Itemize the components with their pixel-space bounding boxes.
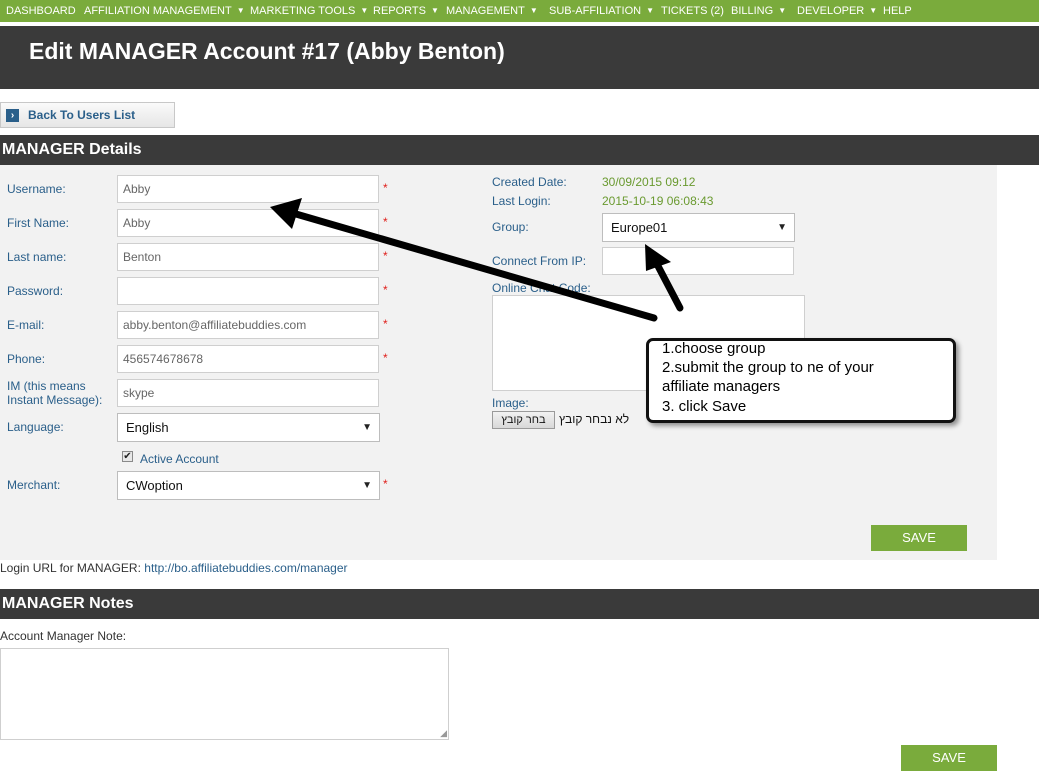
nav-developer[interactable]: DEVELOPER ▼ (797, 0, 877, 22)
back-to-users-button[interactable]: › Back To Users List (0, 102, 175, 128)
details-save-button[interactable]: SAVE (871, 525, 967, 551)
phone-label: Phone: (7, 352, 46, 366)
last-login-label: Last Login: (492, 194, 551, 208)
caret-down-icon: ▼ (646, 6, 655, 15)
resize-handle-icon[interactable]: ◢ (440, 729, 447, 738)
caret-down-icon: ▼ (529, 6, 538, 15)
password-label: Password: (7, 284, 64, 298)
nav-marketing-tools[interactable]: MARKETING TOOLS ▼ (250, 0, 368, 22)
im-label-line1: IM (this means (7, 379, 86, 393)
caret-down-icon: ▼ (778, 6, 787, 15)
connect-ip-label: Connect From IP: (492, 254, 587, 268)
callout-line-4: 3. click Save (662, 398, 747, 415)
notes-section-title: MANAGER Notes (2, 595, 134, 612)
callout-line-3: affiliate managers (662, 378, 781, 395)
login-url-prefix: Login URL for MANAGER: (0, 561, 141, 575)
callout-line-1: 1.choose group (662, 340, 766, 357)
last-login-value: 2015-10-19 06:08:43 (602, 194, 714, 208)
callout-line-2: 2.submit the group to ne of your (662, 359, 874, 376)
nav-tickets[interactable]: TICKETS (2) (661, 0, 724, 22)
created-date-value: 30/09/2015 09:12 (602, 175, 696, 189)
arrow-right-icon: › (6, 109, 19, 122)
active-account-checkbox[interactable]: ✔ (122, 451, 133, 462)
last-name-input[interactable] (117, 243, 379, 271)
caret-down-icon: ▼ (236, 6, 245, 15)
active-account-label: Active Account (140, 452, 219, 466)
nav-dashboard[interactable]: DASHBOARD (6, 0, 76, 22)
im-label-line2: Instant Message): (7, 393, 103, 407)
details-section-header: MANAGER Details (0, 135, 1039, 165)
merchant-select[interactable]: CWoption ▼ (117, 471, 380, 500)
required-marker: * (383, 477, 388, 491)
required-marker: * (383, 317, 388, 331)
phone-input[interactable] (117, 345, 379, 373)
required-marker: * (383, 249, 388, 263)
top-nav-bar: DASHBOARD AFFILIATION MANAGEMENT ▼ MARKET… (0, 0, 1039, 22)
language-label: Language: (7, 420, 64, 434)
dropdown-arrow-icon: ▼ (777, 222, 787, 233)
password-input[interactable] (117, 277, 379, 305)
nav-management[interactable]: MANAGEMENT ▼ (446, 0, 538, 22)
account-manager-note-label: Account Manager Note: (0, 629, 127, 643)
notes-section-header: MANAGER Notes (0, 589, 1039, 619)
email-label: E-mail: (7, 318, 45, 332)
required-marker: * (383, 181, 388, 195)
file-status-text: לא נבחר קובץ (559, 412, 630, 426)
first-name-label: First Name: (7, 216, 70, 230)
login-url-line: Login URL for MANAGER: http://bo.affilia… (0, 561, 348, 575)
group-selected-value: Europe01 (611, 220, 668, 235)
online-chat-label: Online Chat Code: (492, 281, 591, 295)
nav-sub-affiliation[interactable]: SUB-AFFILIATION ▼ (549, 0, 654, 22)
im-input[interactable] (117, 379, 379, 407)
required-marker: * (383, 215, 388, 229)
merchant-label: Merchant: (7, 478, 61, 492)
image-label: Image: (492, 396, 529, 410)
language-selected-value: English (126, 420, 169, 435)
back-to-users-label: Back To Users List (28, 108, 136, 122)
instruction-callout: 1.choose group 2.submit the group to ne … (646, 338, 956, 423)
first-name-input[interactable] (117, 209, 379, 237)
choose-file-button[interactable]: בחר קובץ (492, 411, 555, 429)
group-select[interactable]: Europe01 ▼ (602, 213, 795, 242)
last-name-label: Last name: (7, 250, 67, 264)
notes-save-button[interactable]: SAVE (901, 745, 997, 771)
nav-reports[interactable]: REPORTS ▼ (373, 0, 439, 22)
details-section-title: MANAGER Details (2, 141, 142, 158)
nav-billing[interactable]: BILLING ▼ (731, 0, 786, 22)
merchant-selected-value: CWoption (126, 478, 183, 493)
caret-down-icon: ▼ (430, 6, 439, 15)
dropdown-arrow-icon: ▼ (362, 480, 372, 491)
page-title: Edit MANAGER Account #17 (Abby Benton) (29, 38, 505, 64)
email-input[interactable] (117, 311, 379, 339)
created-date-label: Created Date: (492, 175, 567, 189)
username-input[interactable] (117, 175, 379, 203)
nav-affiliation-management[interactable]: AFFILIATION MANAGEMENT ▼ (84, 0, 245, 22)
caret-down-icon: ▼ (869, 6, 878, 15)
nav-help[interactable]: HELP (883, 0, 912, 22)
account-manager-note-textarea[interactable]: ◢ (0, 648, 449, 740)
required-marker: * (383, 283, 388, 297)
username-label: Username: (7, 182, 66, 196)
login-url-link[interactable]: http://bo.affiliatebuddies.com/manager (144, 561, 347, 575)
connect-ip-input[interactable] (602, 247, 794, 275)
language-select[interactable]: English ▼ (117, 413, 380, 442)
caret-down-icon: ▼ (360, 6, 369, 15)
required-marker: * (383, 351, 388, 365)
group-label: Group: (492, 220, 529, 234)
dropdown-arrow-icon: ▼ (362, 422, 372, 433)
